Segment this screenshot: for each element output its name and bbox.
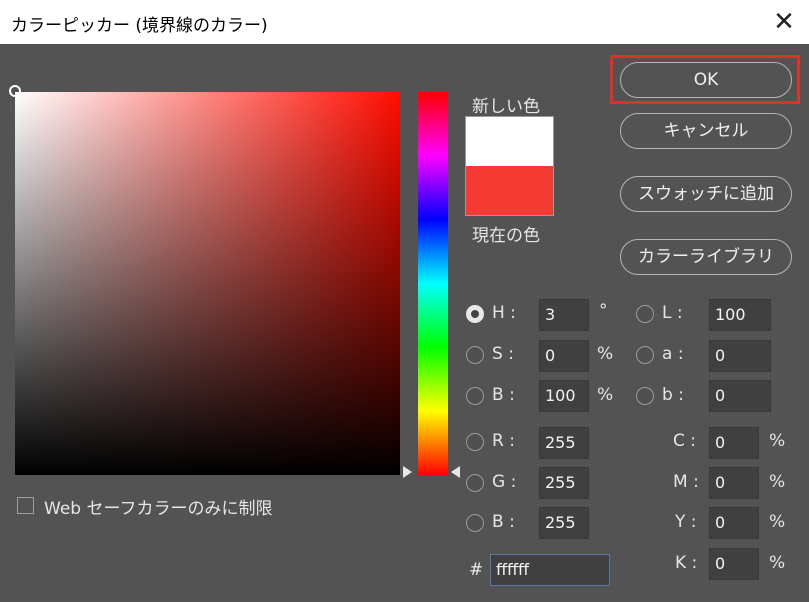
radio-lab-b[interactable] (636, 387, 654, 405)
s-unit: % (597, 344, 614, 364)
color-field[interactable] (15, 92, 400, 475)
lab-b-input[interactable]: 0 (709, 380, 771, 412)
hue-slider-handle-left[interactable] (403, 466, 412, 478)
r-input[interactable]: 255 (539, 427, 589, 459)
cancel-button[interactable]: キャンセル (620, 113, 792, 149)
radio-l[interactable] (636, 305, 654, 323)
h-label: H : (492, 303, 516, 323)
g-label: G : (492, 472, 517, 492)
k-label: K : (675, 553, 698, 573)
k-unit: % (769, 553, 786, 573)
m-label: M : (673, 472, 699, 492)
a-label: a : (662, 344, 684, 364)
hex-label: # (469, 560, 484, 580)
radio-rgb-b[interactable] (466, 514, 484, 532)
rgb-b-label: B : (492, 512, 515, 532)
web-safe-label: Web セーフカラーのみに制限 (44, 499, 273, 519)
radio-b[interactable] (466, 387, 484, 405)
hex-input[interactable]: ffffff (490, 554, 610, 586)
c-input[interactable]: 0 (709, 427, 759, 459)
c-unit: % (769, 431, 786, 451)
b-input[interactable]: 100 (539, 380, 589, 412)
b-unit: % (597, 385, 614, 405)
radio-h[interactable] (466, 305, 484, 323)
color-field-marker[interactable] (9, 85, 21, 97)
color-preview (465, 116, 554, 216)
new-color-label: 新しい色 (472, 97, 540, 117)
y-unit: % (769, 512, 786, 532)
web-safe-checkbox[interactable] (17, 497, 34, 514)
y-input[interactable]: 0 (709, 507, 759, 539)
m-input[interactable]: 0 (709, 467, 759, 499)
y-label: Y : (675, 512, 697, 532)
l-input[interactable]: 100 (709, 299, 771, 331)
hue-slider-handle-right[interactable] (451, 466, 460, 478)
title-bar: カラーピッカー (境界線のカラー) ✕ (0, 0, 809, 44)
new-color-swatch (466, 117, 553, 166)
b-label: B : (492, 385, 515, 405)
window-title: カラーピッカー (境界線のカラー) (11, 16, 268, 36)
current-color-label: 現在の色 (472, 226, 540, 246)
s-input[interactable]: 0 (539, 340, 589, 372)
ok-button[interactable]: OK (620, 62, 792, 98)
radio-r[interactable] (466, 433, 484, 451)
radio-s[interactable] (466, 346, 484, 364)
r-label: R : (492, 431, 515, 451)
l-label: L : (662, 303, 683, 323)
h-unit: ° (599, 301, 608, 321)
m-unit: % (769, 472, 786, 492)
current-color-swatch[interactable] (466, 166, 553, 215)
add-to-swatches-button[interactable]: スウォッチに追加 (620, 176, 792, 212)
close-icon[interactable]: ✕ (769, 8, 799, 36)
lab-b-label: b : (662, 385, 684, 405)
rgb-b-input[interactable]: 255 (539, 507, 589, 539)
g-input[interactable]: 255 (539, 467, 589, 499)
radio-a[interactable] (636, 346, 654, 364)
h-input[interactable]: 3 (539, 299, 589, 331)
radio-g[interactable] (466, 474, 484, 492)
color-libraries-button[interactable]: カラーライブラリ (620, 239, 792, 275)
s-label: S : (492, 344, 514, 364)
hue-slider[interactable] (418, 92, 448, 475)
k-input[interactable]: 0 (709, 548, 759, 580)
c-label: C : (673, 431, 697, 451)
a-input[interactable]: 0 (709, 340, 771, 372)
